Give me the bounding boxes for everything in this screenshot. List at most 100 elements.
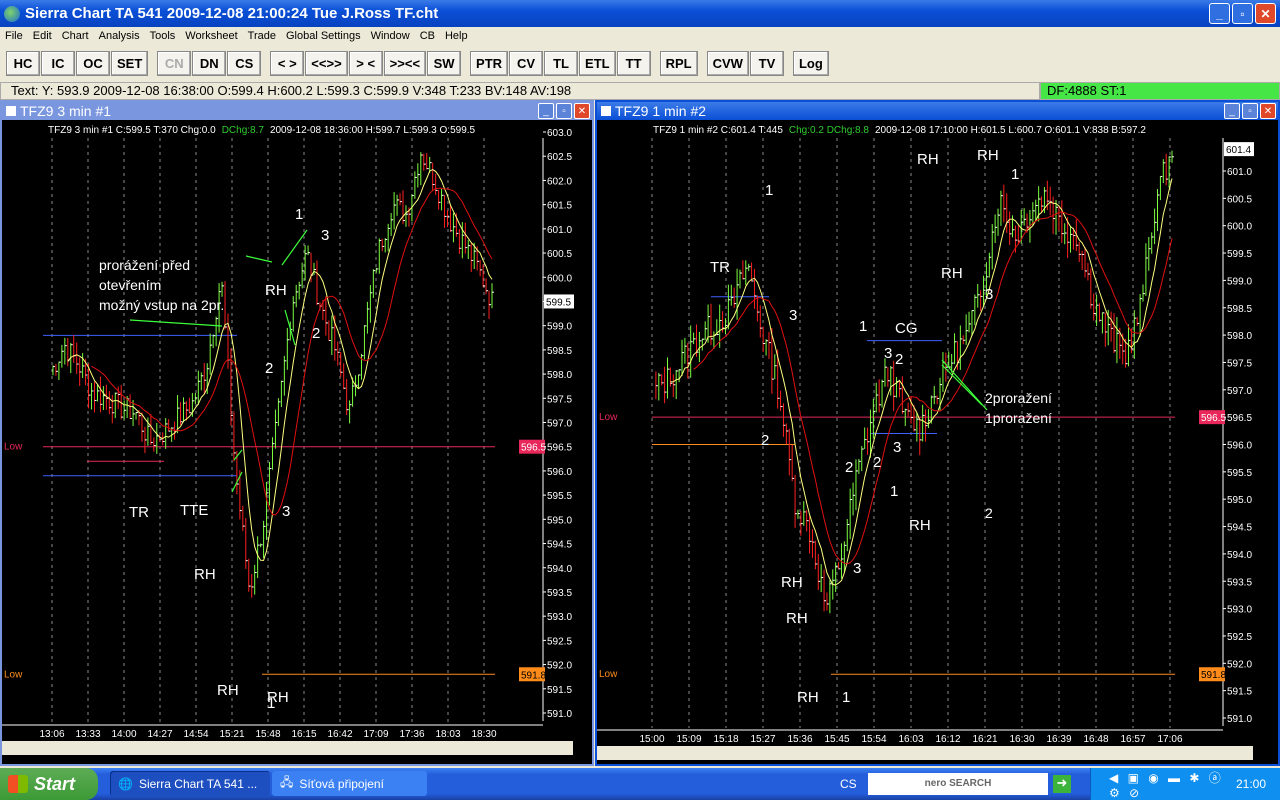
toolbar-button-18[interactable]: CVW	[706, 50, 749, 76]
time-tick-label: 13:06	[39, 729, 64, 740]
time-tick-label: 17:09	[363, 729, 388, 740]
toolbar-button-3[interactable]: SET	[111, 50, 149, 76]
time-tick-label: 15:21	[219, 729, 244, 740]
toolbar-button-2[interactable]: OC	[76, 50, 110, 76]
chart-info-line: TFZ9 3 min #1 C:599.5 T:370 Chg:0.0 DChg:…	[48, 125, 476, 136]
price-tick-label: 596.0	[1227, 441, 1252, 452]
last-price-label: 601.4	[1226, 145, 1251, 156]
time-tick-label: 16:30	[1009, 734, 1034, 745]
annotation: RH	[194, 566, 216, 583]
price-tick-label: 596.0	[547, 467, 572, 478]
network-icon: 🖧	[280, 775, 294, 789]
app-globe-icon	[4, 5, 20, 22]
menu-global-settings[interactable]: Global Settings	[286, 30, 361, 42]
annotation: prorážení před	[99, 257, 190, 273]
maximize-button[interactable]: ▫	[1242, 103, 1258, 119]
time-tick-label: 16:42	[327, 729, 352, 740]
horizontal-scrollbar[interactable]	[2, 741, 573, 755]
toolbar-button-1[interactable]: IC	[41, 50, 75, 76]
maximize-button[interactable]: ▫	[1232, 3, 1253, 24]
annotation: 3	[789, 307, 797, 324]
menu-trade[interactable]: Trade	[248, 30, 276, 42]
annotation-arrow	[129, 319, 223, 327]
info-rest: 2009-12-08 18:36:00 H:599.7 L:599.3 O:59…	[270, 125, 476, 136]
toolbar-button-20[interactable]: Log	[792, 50, 829, 76]
price-tick-label: 601.5	[547, 201, 572, 212]
menu-help[interactable]: Help	[445, 30, 468, 42]
minimize-button[interactable]: _	[1209, 3, 1230, 24]
task-label: Síťová připojení	[299, 776, 384, 791]
chart-plot[interactable]: TFZ9 3 min #1 C:599.5 T:370 Chg:0.0 DChg:…	[2, 120, 592, 764]
toolbar-button-12[interactable]: PTR	[470, 50, 509, 76]
time-tick-label: 17:36	[399, 729, 424, 740]
task-network[interactable]: 🖧 Síťová připojení	[272, 771, 427, 796]
price-tick-label: 597.0	[547, 419, 572, 430]
chart-plot[interactable]: TFZ9 1 min #2 C:601.4 T:445 Chg:0.2 DChg:…	[597, 120, 1278, 764]
toolbar-button-9[interactable]: > <	[348, 50, 383, 76]
toolbar-button-17[interactable]: RPL	[659, 50, 698, 76]
chart-window-right[interactable]: TFZ9 1 min #2 _ ▫ ✕ TFZ9 1 min #2 C:601.4 …	[595, 100, 1280, 766]
annotation: RH	[781, 574, 803, 591]
price-tick-label: 601.0	[547, 225, 572, 236]
toolbar-button-7[interactable]: < >	[270, 50, 305, 76]
toolbar-button-11[interactable]: SW	[427, 50, 462, 76]
toolbar-button-5[interactable]: DN	[192, 50, 227, 76]
low-text: Low	[4, 669, 23, 680]
annotation: 1	[295, 206, 303, 223]
menu-chart[interactable]: Chart	[62, 30, 89, 42]
toolbar-button-8[interactable]: <<>>	[305, 50, 348, 76]
go-arrow-icon[interactable]: ➜	[1053, 775, 1071, 793]
chart-titlebar[interactable]: TFZ9 3 min #1 _ ▫ ✕	[2, 102, 592, 120]
ma-fast-line	[67, 169, 493, 561]
annotation: 2	[895, 351, 903, 368]
task-sierra-chart[interactable]: 🌐 Sierra Chart TA 541 ...	[110, 771, 270, 796]
menu-window[interactable]: Window	[371, 30, 410, 42]
taskbar: Start 🌐 Sierra Chart TA 541 ... 🖧 Síťová p…	[0, 768, 1280, 800]
toolbar-button-4[interactable]: CN	[157, 50, 192, 76]
chart-titlebar[interactable]: TFZ9 1 min #2 _ ▫ ✕	[597, 102, 1278, 120]
menu-worksheet[interactable]: Worksheet	[185, 30, 237, 42]
search-input[interactable]: nero SEARCH	[868, 773, 1048, 795]
toolbar-button-19[interactable]: TV	[749, 50, 784, 76]
toolbar-button-15[interactable]: ETL	[579, 50, 616, 76]
toolbar-button-16[interactable]: TT	[616, 50, 651, 76]
low-text: Low	[599, 669, 618, 680]
menu-analysis[interactable]: Analysis	[99, 30, 140, 42]
toolbar-button-10[interactable]: >><<	[383, 50, 427, 76]
time-tick-label: 15:18	[713, 734, 738, 745]
info-sym: TFZ9 1 min #2 C:601.4 T:445	[653, 125, 783, 136]
menu-file[interactable]: File	[5, 30, 23, 42]
menu-tools[interactable]: Tools	[150, 30, 176, 42]
price-tick-label: 597.0	[1227, 386, 1252, 397]
toolbar-button-0[interactable]: HC	[6, 50, 40, 76]
close-button[interactable]: ✕	[574, 103, 590, 119]
annotation: RH	[977, 147, 999, 164]
chart-window-left[interactable]: TFZ9 3 min #1 _ ▫ ✕ TFZ9 3 min #1 C:599.5 …	[0, 100, 594, 766]
annotation: 2proražení	[985, 390, 1052, 406]
tray-icons[interactable]: ◀ ▣ ◉ ▬ ✱ ⓐ ⚙ ⊘	[1091, 769, 1236, 800]
price-tick-label: 592.0	[547, 661, 572, 672]
toolbar-button-6[interactable]: CS	[227, 50, 262, 76]
price-tick-label: 593.0	[1227, 605, 1252, 616]
horizontal-scrollbar[interactable]	[597, 746, 1253, 760]
status-row: Text: Y: 593.9 2009-12-08 16:38:00 O:599…	[0, 82, 1280, 100]
annotation: 2	[873, 454, 881, 471]
toolbar-button-13[interactable]: CV	[509, 50, 544, 76]
close-button[interactable]: ✕	[1255, 3, 1276, 24]
ma-slow-line	[91, 187, 493, 516]
time-tick-label: 15:36	[787, 734, 812, 745]
toolbar-button-14[interactable]: TL	[544, 50, 579, 76]
maximize-button[interactable]: ▫	[556, 103, 572, 119]
price-tick-label: 600.5	[1227, 194, 1252, 205]
annotation: RH	[941, 265, 963, 282]
language-indicator[interactable]: CS	[840, 777, 857, 791]
menu-cb[interactable]: CB	[420, 30, 435, 42]
price-tick-label: 595.5	[547, 491, 572, 502]
start-button[interactable]: Start	[0, 768, 98, 800]
menu-edit[interactable]: Edit	[33, 30, 52, 42]
minimize-button[interactable]: _	[538, 103, 554, 119]
close-button[interactable]: ✕	[1260, 103, 1276, 119]
annotation: RH	[267, 689, 289, 706]
minimize-button[interactable]: _	[1224, 103, 1240, 119]
price-tick-label: 598.5	[1227, 304, 1252, 315]
